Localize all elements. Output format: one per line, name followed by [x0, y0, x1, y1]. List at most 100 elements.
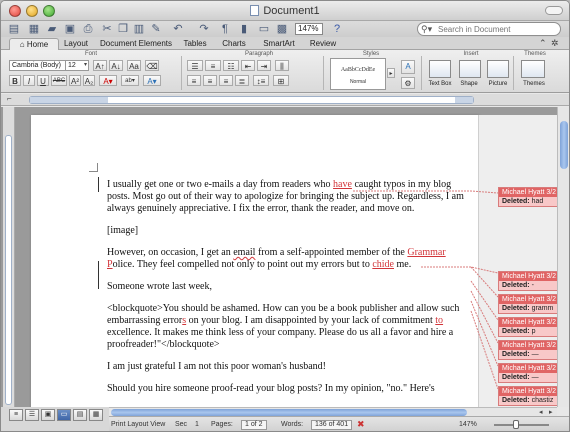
shape-label[interactable]: Shape — [455, 81, 483, 87]
line-spacing-button[interactable]: ↕≡ — [253, 75, 269, 86]
text-effects-button[interactable]: A▾ — [143, 75, 161, 86]
align-center-button[interactable]: ≡ — [203, 75, 217, 86]
new-document-icon[interactable]: ▤ — [7, 22, 21, 36]
scroll-left-arrow-icon[interactable]: ◂ — [539, 408, 543, 416]
publishing-view-button[interactable]: ▣ — [41, 409, 55, 421]
sidebar-icon[interactable]: ▮ — [237, 22, 251, 36]
increase-indent-button[interactable]: ⇥ — [257, 60, 271, 71]
numbering-button[interactable]: ≡ — [205, 60, 221, 71]
text-box-label[interactable]: Text Box — [423, 81, 457, 87]
horizontal-scrollbar[interactable]: ◂ ▸ — [109, 407, 557, 416]
align-right-button[interactable]: ≡ — [219, 75, 233, 86]
tab-charts[interactable]: Charts — [219, 38, 249, 50]
zoom-slider-knob[interactable] — [513, 420, 519, 429]
underline-button[interactable]: U — [37, 75, 49, 86]
tab-tables[interactable]: Tables — [179, 38, 211, 50]
focus-view-button[interactable]: ▦ — [89, 409, 103, 421]
status-words-value[interactable]: 136 of 401 — [311, 420, 353, 430]
open-folder-icon[interactable]: ▰ — [45, 22, 59, 36]
tab-document-elements[interactable]: Document Elements — [97, 38, 175, 50]
save-icon[interactable]: ▣ — [63, 22, 77, 36]
italic-button[interactable]: I — [23, 75, 35, 86]
search-field[interactable]: ⚲▾ — [417, 22, 561, 36]
bold-button[interactable]: B — [9, 75, 21, 86]
ruler-track[interactable] — [29, 96, 474, 104]
outline-view-button[interactable]: ☰ — [25, 409, 39, 421]
toolbar-toggle-button[interactable] — [545, 6, 563, 15]
tab-home-label: Home — [26, 40, 49, 49]
superscript-button[interactable]: A² — [69, 75, 81, 86]
font-size-select[interactable]: 12 ▾ — [65, 60, 89, 71]
shape-icon[interactable] — [459, 60, 481, 78]
print-layout-view-button[interactable]: ▭ — [57, 409, 71, 421]
format-painter-icon[interactable]: ✎ — [149, 22, 163, 36]
collapse-ribbon-icon[interactable]: ⌃ — [539, 38, 547, 49]
align-left-button[interactable]: ≡ — [187, 75, 201, 86]
scroll-right-arrow-icon[interactable]: ▸ — [549, 408, 553, 416]
multilevel-list-button[interactable]: ☷ — [223, 60, 239, 71]
document-body[interactable]: I usually get one or two e-mails a day f… — [107, 179, 467, 405]
picture-icon[interactable] — [487, 60, 509, 78]
comment-balloon[interactable]: Michael Hyatt 3/2 Deleted: - — [498, 271, 558, 291]
zoom-slider[interactable] — [494, 424, 549, 426]
grow-font-button[interactable]: A↑ — [93, 60, 107, 71]
copy-icon[interactable]: ❐ — [117, 22, 129, 36]
change-case-button[interactable]: Aa — [127, 60, 141, 71]
shrink-font-button[interactable]: A↓ — [109, 60, 123, 71]
styles-pane-button[interactable]: A — [401, 60, 415, 74]
ribbon-settings-icon[interactable]: ✲ — [551, 38, 559, 49]
comment-balloon[interactable]: Michael Hyatt 3/2 Deleted: p — [498, 317, 558, 337]
borders-button[interactable]: ⊞ — [273, 75, 289, 86]
themes-icon[interactable] — [521, 60, 545, 78]
comment-balloon[interactable]: Michael Hyatt 3/2 Deleted: — — [498, 363, 558, 383]
text-box-icon[interactable] — [429, 60, 451, 78]
manage-styles-button[interactable]: ⚙ — [401, 77, 415, 89]
help-icon[interactable]: ? — [331, 22, 343, 36]
themes-label[interactable]: Themes — [517, 81, 551, 87]
toolbox-icon[interactable]: ▭ — [257, 22, 271, 36]
style-normal-tile[interactable]: AaBbCcDdEe Normal — [330, 58, 386, 90]
draft-view-button[interactable]: ≡ — [9, 409, 23, 421]
decrease-indent-button[interactable]: ⇤ — [241, 60, 255, 71]
columns-button[interactable]: ⫼ — [275, 60, 289, 71]
vertical-ruler[interactable] — [3, 107, 15, 407]
subscript-button[interactable]: A₂ — [83, 75, 95, 86]
undo-icon[interactable]: ↶ — [169, 22, 187, 36]
tab-review[interactable]: Review — [307, 38, 339, 50]
status-pages-value[interactable]: 1 of 2 — [241, 420, 267, 430]
styles-more-button[interactable]: ▸ — [387, 68, 395, 78]
ribbon-tabs: ⌂ Home Layout Document Elements Tables C… — [1, 37, 569, 50]
tab-smartart[interactable]: SmartArt — [257, 38, 301, 50]
media-browser-icon[interactable]: ▩ — [275, 22, 289, 36]
pilcrow-icon[interactable]: ¶ — [219, 22, 231, 36]
highlight-button[interactable]: ab▾ — [121, 75, 139, 86]
templates-icon[interactable]: ▦ — [27, 22, 41, 36]
justify-button[interactable]: ≣ — [235, 75, 249, 86]
search-input[interactable] — [438, 24, 556, 34]
tab-home[interactable]: ⌂ Home — [9, 38, 59, 50]
horizontal-ruler[interactable]: ⌐ — [1, 94, 569, 106]
horizontal-scroll-thumb[interactable] — [111, 409, 467, 416]
notebook-view-button[interactable]: ▤ — [73, 409, 87, 421]
clear-formatting-button[interactable]: ⌫ — [145, 60, 159, 71]
group-insert-title: Insert — [463, 51, 479, 57]
strikethrough-button[interactable]: ABC — [51, 75, 67, 86]
comment-balloon[interactable]: Michael Hyatt 3/2 Deleted: had — [498, 187, 558, 207]
proofing-error-icon[interactable]: ✖ — [357, 417, 365, 431]
tab-stop-selector-icon[interactable]: ⌐ — [7, 94, 12, 103]
vertical-scroll-thumb[interactable] — [560, 121, 568, 169]
print-icon[interactable]: ⎙ — [81, 22, 95, 36]
cut-icon[interactable]: ✂ — [101, 22, 113, 36]
bullets-button[interactable]: ☰ — [187, 60, 203, 71]
picture-label[interactable]: Picture — [483, 81, 513, 87]
comment-balloon[interactable]: Michael Hyatt 3/2 Deleted: gramm — [498, 294, 558, 314]
paste-icon[interactable]: ▥ — [133, 22, 145, 36]
redo-icon[interactable]: ↷ — [195, 22, 213, 36]
font-color-button[interactable]: A▾ — [99, 75, 117, 86]
vertical-scrollbar[interactable] — [557, 107, 569, 407]
zoom-select[interactable]: 147% — [295, 23, 323, 35]
comment-author: Michael Hyatt 3/2 — [499, 387, 557, 396]
comment-balloon[interactable]: Michael Hyatt 3/2 Deleted: — — [498, 340, 558, 360]
comment-balloon[interactable]: Michael Hyatt 3/2 Deleted: chastiz — [498, 386, 558, 406]
tab-layout[interactable]: Layout — [61, 38, 91, 50]
